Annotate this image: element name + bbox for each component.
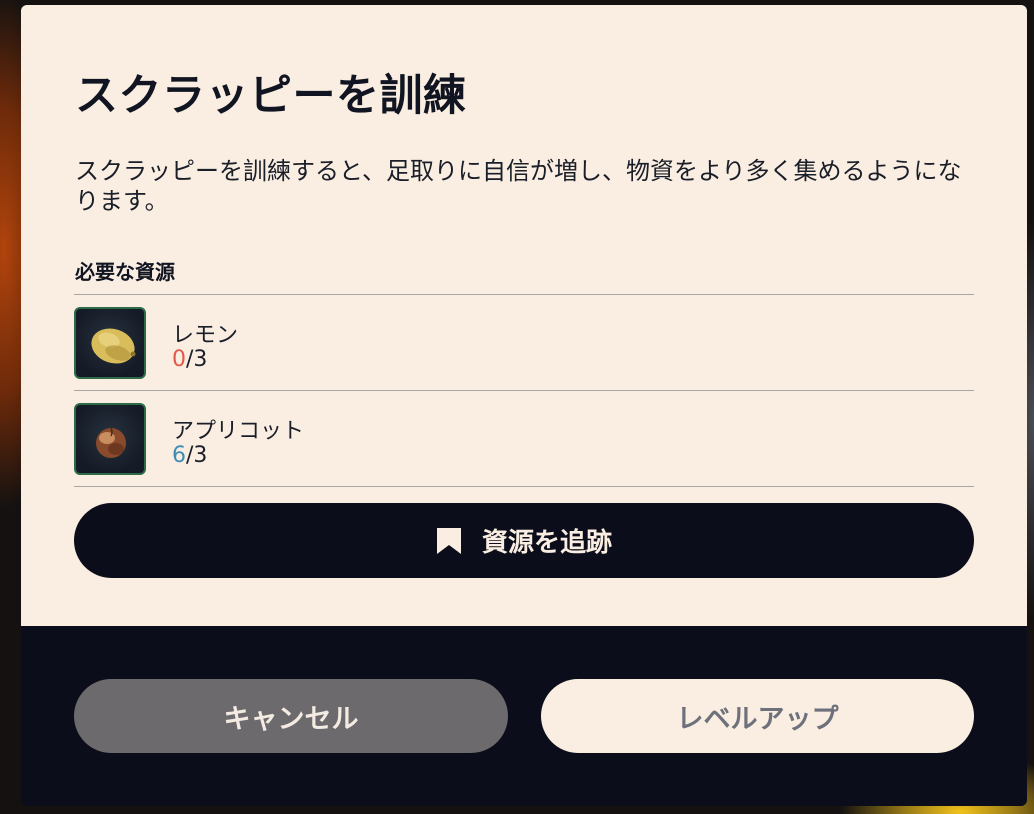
dialog-description: スクラッピーを訓練すると、足取りに自信が増し、物資をより多く集めるようになります… <box>75 157 962 215</box>
level-up-button[interactable]: レベルアップ <box>541 679 974 753</box>
resource-need: /3 <box>186 347 208 372</box>
bookmark-icon <box>436 527 461 554</box>
apricot-icon <box>74 403 146 475</box>
cancel-button[interactable]: キャンセル <box>74 679 508 753</box>
resource-name: アプリコット <box>172 419 305 444</box>
resource-row-lemon: レモン 0/3 <box>74 295 974 390</box>
dialog-body: スクラッピーを訓練 スクラッピーを訓練すると、足取りに自信が増し、物資をより多く… <box>21 5 1027 626</box>
track-button-content: 資源を追跡 <box>74 503 974 578</box>
resource-name: レモン <box>172 323 239 348</box>
resource-count: 6/3 <box>172 443 207 468</box>
divider <box>74 486 974 487</box>
dialog-title: スクラッピーを訓練 <box>75 71 467 121</box>
lemon-icon <box>74 307 146 379</box>
resource-have: 6 <box>172 443 186 468</box>
required-resources-heading: 必要な資源 <box>75 260 175 284</box>
track-resources-button[interactable]: 資源を追跡 <box>74 503 974 578</box>
train-dialog: スクラッピーを訓練 スクラッピーを訓練すると、足取りに自信が増し、物資をより多く… <box>21 5 1027 806</box>
track-button-label: 資源を追跡 <box>481 527 612 557</box>
resource-need: /3 <box>186 443 208 468</box>
resource-count: 0/3 <box>172 347 207 372</box>
resource-row-apricot: アプリコット 6/3 <box>74 391 974 486</box>
resource-have: 0 <box>172 347 186 372</box>
